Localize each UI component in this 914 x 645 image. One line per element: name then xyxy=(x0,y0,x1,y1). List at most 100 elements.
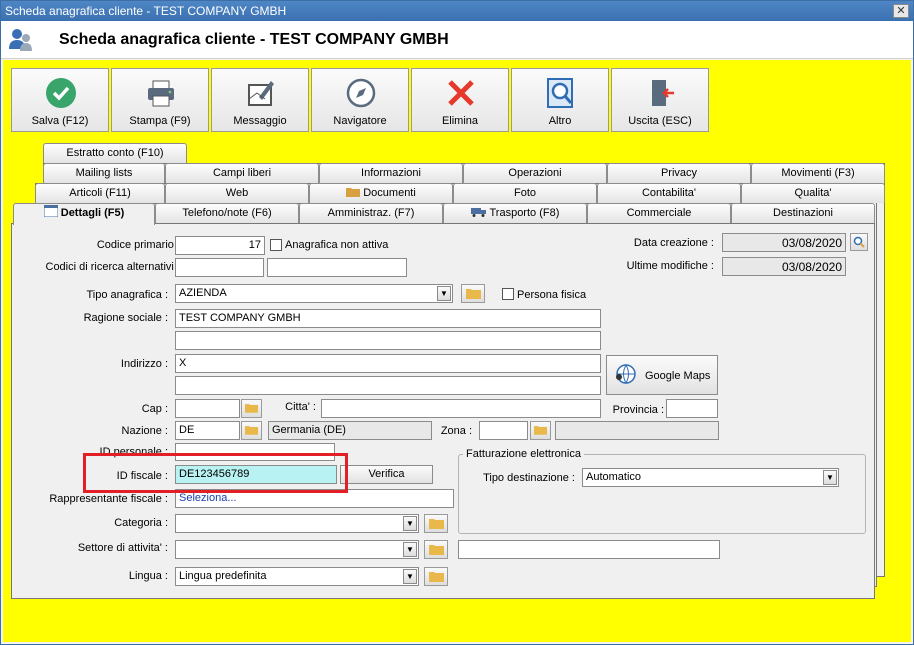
language-value: Lingua predefinita xyxy=(179,570,267,582)
tab-photo[interactable]: Foto xyxy=(453,183,597,203)
company-name-field[interactable]: TEST COMPANY GMBH xyxy=(175,309,601,328)
company-name-label: Ragione sociale : xyxy=(83,312,168,324)
tab-articles[interactable]: Articoli (F11) xyxy=(35,183,165,203)
folder-icon xyxy=(429,519,444,529)
natural-person-label: Persona fisica xyxy=(517,289,587,301)
tab-accounting[interactable]: Contabilita' xyxy=(597,183,741,203)
verify-button[interactable]: Verifica xyxy=(340,465,433,484)
category-select[interactable]: ▼ xyxy=(175,514,419,533)
dest-type-select[interactable]: Automatico ▼ xyxy=(582,468,839,487)
save-button[interactable]: Salva (F12) xyxy=(11,68,109,132)
dest-type-value: Automatico xyxy=(586,471,642,483)
truck-icon xyxy=(470,208,486,217)
einvoice-group: Fatturazione elettronica Tipo destinazio… xyxy=(458,448,866,534)
city-field[interactable] xyxy=(321,399,601,418)
folder-icon xyxy=(346,188,361,197)
magnifier-icon xyxy=(853,236,865,248)
address-field[interactable]: X xyxy=(175,354,601,373)
primary-code-field[interactable]: 17 xyxy=(175,236,265,255)
country-name-field: Germania (DE) xyxy=(268,421,432,440)
primary-code-label: Codice primario : xyxy=(96,239,180,251)
users-icon xyxy=(9,29,32,51)
zone-label: Zona : xyxy=(440,425,472,437)
tab-documents[interactable]: Documenti xyxy=(309,183,453,203)
folder-icon xyxy=(534,426,547,435)
folder-icon xyxy=(466,289,481,299)
country-code-field[interactable]: DE xyxy=(175,421,240,440)
close-icon[interactable]: ✕ xyxy=(893,4,909,18)
sector-folder-button[interactable] xyxy=(424,540,448,559)
tab-details[interactable]: Dettagli (F5) xyxy=(13,203,155,225)
tab-movements[interactable]: Movimenti (F3) xyxy=(751,163,885,183)
language-label: Lingua : xyxy=(128,570,168,582)
tab-commercial[interactable]: Commerciale xyxy=(587,203,731,223)
province-field[interactable] xyxy=(666,399,718,418)
message-button[interactable]: Messaggio xyxy=(211,68,309,132)
language-select[interactable]: Lingua predefinita ▼ xyxy=(175,567,419,586)
window-title: Scheda anagrafica cliente - TEST COMPANY… xyxy=(5,4,287,18)
sector-description-field[interactable] xyxy=(458,540,720,559)
zone-name-field xyxy=(555,421,719,440)
company-name-2-field[interactable] xyxy=(175,331,601,350)
tab-quality[interactable]: Qualita' xyxy=(741,183,885,203)
category-folder-button[interactable] xyxy=(424,514,448,533)
tab-operations[interactable]: Operazioni xyxy=(463,163,607,183)
modified-date: 03/08/2020 xyxy=(722,257,846,276)
details-panel: Codice primario : 17 Anagrafica non atti… xyxy=(11,223,875,599)
tab-statement[interactable]: Estratto conto (F10) xyxy=(43,143,187,163)
type-value: AZIENDA xyxy=(179,287,227,299)
window-titlebar: Scheda anagrafica cliente - TEST COMPANY… xyxy=(1,1,913,21)
folder-icon xyxy=(245,426,258,435)
message-label: Messaggio xyxy=(233,115,287,127)
zip-field[interactable] xyxy=(175,399,240,418)
province-label: Provincia : xyxy=(612,404,664,416)
exit-button[interactable]: Uscita (ESC) xyxy=(611,68,709,132)
tab-free-fields[interactable]: Campi liberi xyxy=(165,163,319,183)
tab-details-label: Dettagli (F5) xyxy=(60,207,125,219)
zone-folder-button[interactable] xyxy=(530,421,551,440)
tab-phone-notes[interactable]: Telefono/note (F6) xyxy=(155,203,299,223)
print-button[interactable]: Stampa (F9) xyxy=(111,68,209,132)
alt-code-1-field[interactable] xyxy=(175,258,264,277)
tab-transport[interactable]: Trasporto (F8) xyxy=(443,203,587,223)
calendar-icon xyxy=(43,204,59,218)
dropdown-arrow-icon: ▼ xyxy=(403,542,417,557)
dropdown-arrow-icon: ▼ xyxy=(823,470,837,485)
alt-codes-label: Codici di ricerca alternativi : xyxy=(45,261,181,273)
zip-folder-button[interactable] xyxy=(241,399,262,418)
alt-code-2-field[interactable] xyxy=(267,258,407,277)
address-2-field[interactable] xyxy=(175,376,601,395)
tab-documents-label: Documenti xyxy=(363,187,416,199)
sector-label: Settore di attivita' : xyxy=(77,542,168,554)
google-maps-button[interactable]: Google Maps xyxy=(606,355,718,395)
navigator-label: Navigatore xyxy=(333,115,387,127)
delete-button[interactable]: Elimina xyxy=(411,68,509,132)
type-select[interactable]: AZIENDA ▼ xyxy=(175,284,453,303)
address-label: Indirizzo : xyxy=(120,358,168,370)
check-icon xyxy=(46,78,76,108)
tab-mailing-lists[interactable]: Mailing lists xyxy=(43,163,165,183)
inactive-checkbox[interactable] xyxy=(270,239,282,251)
tab-privacy[interactable]: Privacy xyxy=(607,163,751,183)
type-folder-button[interactable] xyxy=(461,284,485,303)
language-folder-button[interactable] xyxy=(424,567,448,586)
natural-person-checkbox[interactable] xyxy=(502,288,514,300)
created-date: 03/08/2020 xyxy=(722,233,846,252)
tab-destinations[interactable]: Destinazioni xyxy=(731,203,875,223)
navigator-button[interactable]: Navigatore xyxy=(311,68,409,132)
compass-icon xyxy=(346,78,376,108)
tab-information[interactable]: Informazioni xyxy=(319,163,463,183)
country-label: Nazione : xyxy=(121,425,168,437)
folder-icon xyxy=(429,545,444,555)
tab-web[interactable]: Web xyxy=(165,183,309,203)
other-button[interactable]: Altro xyxy=(511,68,609,132)
other-label: Altro xyxy=(548,115,572,127)
sector-select[interactable]: ▼ xyxy=(175,540,419,559)
tab-administration[interactable]: Amministraz. (F7) xyxy=(299,203,443,223)
zone-field[interactable] xyxy=(479,421,528,440)
customer-window: Scheda anagrafica cliente - TEST COMPANY… xyxy=(0,0,914,645)
history-lookup-button[interactable] xyxy=(850,233,868,251)
delete-label: Elimina xyxy=(441,115,479,127)
tax-rep-label: Rappresentante fiscale : xyxy=(49,493,168,505)
country-folder-button[interactable] xyxy=(241,421,262,440)
